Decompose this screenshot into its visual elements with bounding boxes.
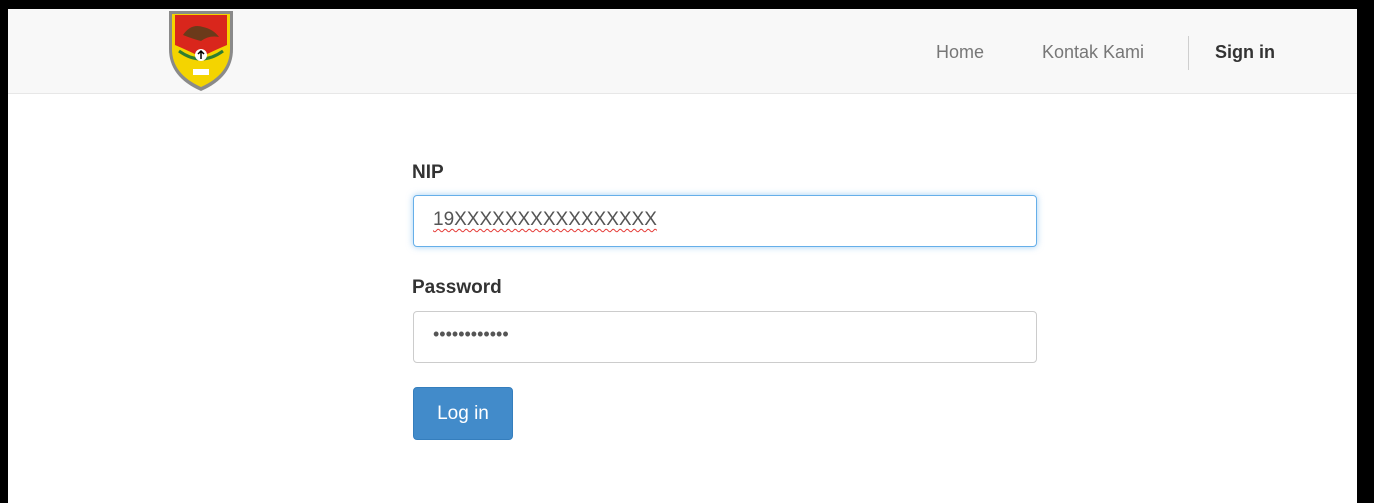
password-input-value: •••••••••••• bbox=[433, 324, 509, 344]
regency-crest-icon[interactable] bbox=[163, 5, 239, 93]
login-button[interactable]: Log in bbox=[413, 387, 513, 440]
browser-viewport: Home Kontak Kami Sign in NIP 19XXXXXXXXX… bbox=[0, 0, 1374, 503]
nav-link-home[interactable]: Home bbox=[936, 42, 984, 63]
password-label: Password bbox=[412, 277, 502, 298]
top-navbar: Home Kontak Kami Sign in bbox=[8, 9, 1357, 94]
nip-input[interactable]: 19XXXXXXXXXXXXXXXX bbox=[413, 195, 1037, 247]
nip-label: NIP bbox=[412, 162, 444, 183]
password-input[interactable]: •••••••••••• bbox=[413, 311, 1037, 363]
nip-input-value: 19XXXXXXXXXXXXXXXX bbox=[433, 209, 657, 230]
nav-link-sign-in[interactable]: Sign in bbox=[1215, 42, 1275, 63]
nav-link-kontak-kami[interactable]: Kontak Kami bbox=[1042, 42, 1144, 63]
nav-divider bbox=[1188, 36, 1189, 70]
